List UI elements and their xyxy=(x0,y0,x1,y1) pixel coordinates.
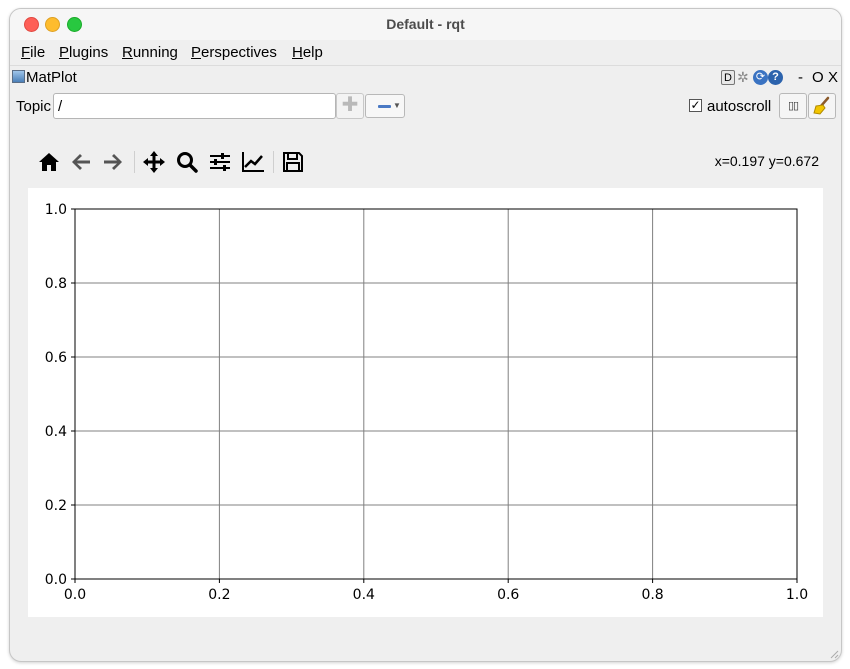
add-topic-button[interactable]: ✚ xyxy=(336,93,364,119)
cursor-coordinates: x=0.197 y=0.672 xyxy=(714,153,819,169)
menu-file[interactable]: File xyxy=(21,44,45,61)
x-tick-label: 0.2 xyxy=(208,587,230,603)
topic-label: Topic xyxy=(16,98,52,115)
y-tick-label: 0.4 xyxy=(45,424,67,440)
dock-close-button[interactable]: X xyxy=(828,69,838,86)
window-title: Default - rqt xyxy=(386,16,465,32)
plus-icon: ✚ xyxy=(341,94,359,116)
x-tick-label: 0.4 xyxy=(353,587,375,603)
home-icon xyxy=(39,153,59,171)
zoom-icon xyxy=(177,152,198,173)
pan-button[interactable] xyxy=(141,149,167,175)
y-tick-label: 0.0 xyxy=(45,572,67,588)
menu-help-mnemonic: H xyxy=(292,44,303,61)
toolbar-separator xyxy=(134,151,135,173)
y-tick-label: 0.6 xyxy=(45,350,67,366)
help-icon[interactable]: ? xyxy=(768,70,783,85)
plot-axes-frame xyxy=(74,208,798,580)
title-bar: Default - rqt xyxy=(10,9,841,40)
menu-bar: File Plugins Running Perspectives Help xyxy=(10,40,841,66)
clear-button[interactable] xyxy=(808,93,836,119)
dock-minimize-button[interactable]: - xyxy=(798,69,803,86)
x-tick-label: 0.8 xyxy=(641,587,663,603)
menu-file-label: ile xyxy=(30,44,46,61)
rqt-window: Default - rqt File Plugins Running Persp… xyxy=(9,8,842,662)
matplot-plugin-icon xyxy=(12,70,25,83)
matplotlib-toolbar: x=0.197 y=0.672 xyxy=(10,147,841,177)
configure-subplots-button[interactable] xyxy=(207,149,233,175)
menu-perspectives-label: erspectives xyxy=(201,44,277,61)
x-tick-label: 0.6 xyxy=(497,587,519,603)
x-tick-label: 1.0 xyxy=(786,587,808,603)
pause-icon: ▯▯ xyxy=(787,100,799,112)
dock-d-button[interactable]: D xyxy=(721,70,735,85)
dock-title-label: MatPlot xyxy=(26,69,77,86)
edit-axis-icon xyxy=(242,152,264,172)
y-tick-label: 0.8 xyxy=(45,276,67,292)
x-tick-label: 0.0 xyxy=(64,587,86,603)
menu-plugins-label: lugins xyxy=(69,44,109,61)
menu-running-mnemonic: R xyxy=(122,44,133,61)
menu-help-label: elp xyxy=(302,44,323,61)
menu-file-mnemonic: F xyxy=(21,44,31,61)
remove-topic-button[interactable]: ▼ xyxy=(365,94,405,118)
zoom-button[interactable] xyxy=(174,149,200,175)
pan-icon xyxy=(143,151,165,173)
topic-row: Topic ✚ ▼ ✓ autoscroll ▯▯ xyxy=(10,93,841,121)
dock-float-button[interactable]: O xyxy=(812,69,824,86)
forward-button[interactable] xyxy=(100,149,126,175)
back-button[interactable] xyxy=(68,149,94,175)
reload-icon[interactable]: ⟳ xyxy=(753,70,768,85)
home-button[interactable] xyxy=(36,149,62,175)
broom-icon xyxy=(813,96,830,115)
topic-input[interactable] xyxy=(53,93,336,119)
minus-icon xyxy=(378,105,391,108)
save-icon xyxy=(283,152,303,172)
menu-running[interactable]: Running xyxy=(122,44,178,61)
autoscroll-checkbox[interactable]: ✓ xyxy=(689,99,702,112)
resize-grip-icon[interactable] xyxy=(829,649,839,659)
menu-plugins-mnemonic: P xyxy=(59,44,70,61)
settings-gear-icon[interactable]: ✲ xyxy=(737,70,749,85)
dropdown-caret-icon: ▼ xyxy=(393,101,401,110)
edit-axis-button[interactable] xyxy=(240,149,266,175)
configure-subplots-icon xyxy=(210,153,230,171)
autoscroll-label: autoscroll xyxy=(707,98,772,115)
forward-arrow-icon xyxy=(104,154,122,170)
y-tick-label: 1.0 xyxy=(45,202,67,218)
toolbar-separator xyxy=(273,151,274,173)
menu-perspectives-mnemonic: P xyxy=(191,44,202,61)
pause-button[interactable]: ▯▯ xyxy=(779,93,807,119)
menu-perspectives[interactable]: Perspectives xyxy=(191,44,277,61)
plot-chart[interactable]: 0.0 0.2 0.4 0.6 0.8 1.0 0.0 0.2 0.4 0.6 0.8 1.0 xyxy=(28,188,823,617)
plot-canvas[interactable]: 0.0 0.2 0.4 0.6 0.8 1.0 0.0 0.2 0.4 0.6 0.8 1.0 xyxy=(28,188,823,617)
back-arrow-icon xyxy=(72,154,90,170)
save-button[interactable] xyxy=(280,149,306,175)
menu-help[interactable]: Help xyxy=(292,44,323,61)
y-tick-label: 0.2 xyxy=(45,498,67,514)
menu-plugins[interactable]: Plugins xyxy=(59,44,108,61)
menu-running-label: unning xyxy=(132,44,178,61)
matplot-dock-title: MatPlot D ✲ ⟳ ? - O X xyxy=(10,67,841,89)
